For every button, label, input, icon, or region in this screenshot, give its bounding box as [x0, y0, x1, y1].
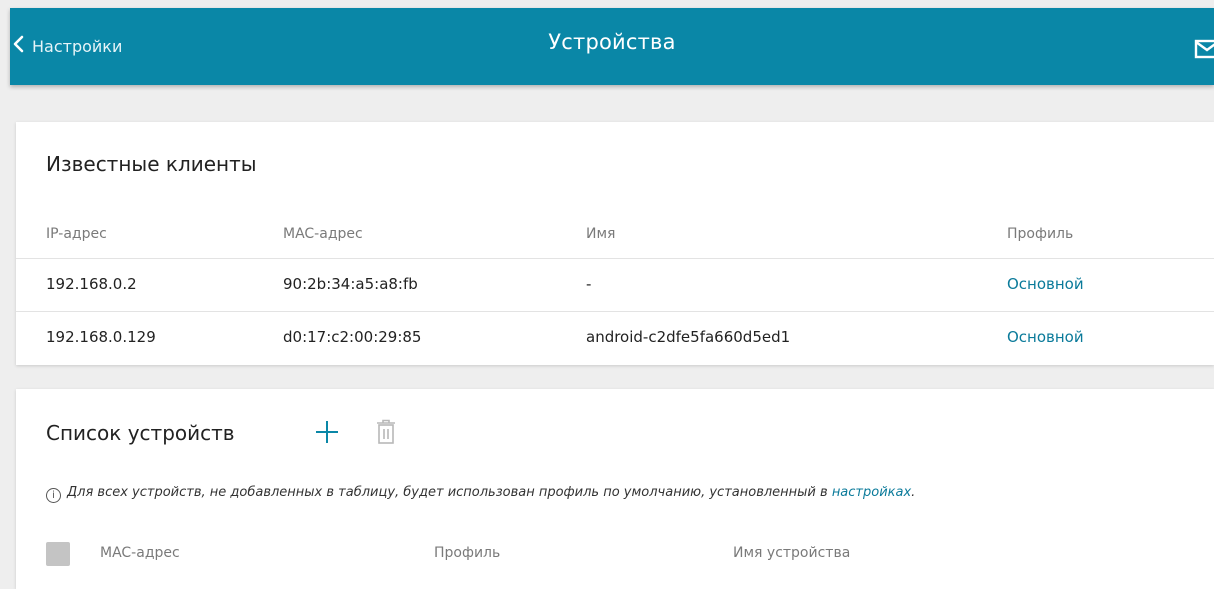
mail-icon[interactable]: [1194, 39, 1214, 59]
page-title: Устройства: [548, 30, 676, 54]
cell-name: android-c2dfe5fa660d5ed1: [586, 328, 791, 346]
select-all-checkbox[interactable]: [46, 542, 70, 566]
plus-icon[interactable]: [314, 419, 340, 449]
col-mac-header: MAC-адрес: [283, 226, 363, 242]
info-end: .: [911, 485, 916, 500]
col-device-name-header: Имя устройства: [733, 545, 851, 561]
divider: [16, 258, 1214, 259]
cell-mac: d0:17:c2:00:29:85: [283, 328, 422, 346]
col-profile-header: Профиль: [1007, 226, 1074, 242]
info-note: i Для всех устройств, не добавленных в та…: [46, 485, 915, 503]
info-text: Для всех устройств, не добавленных в таб…: [67, 485, 832, 500]
col-name-header: Имя: [586, 226, 616, 242]
col-mac-header: MAC-адрес: [100, 545, 180, 561]
device-list-card: Список устройств i Для всех устройств, не…: [16, 389, 1214, 589]
info-icon: i: [46, 488, 61, 503]
cell-name: -: [586, 275, 592, 293]
profile-link[interactable]: Основной: [1007, 328, 1084, 346]
col-ip-header: IP-адрес: [46, 226, 107, 242]
known-clients-card: Известные клиенты IP-адрес MAC-адрес Имя…: [16, 122, 1214, 365]
cell-ip: 192.168.0.129: [46, 328, 156, 346]
divider: [16, 311, 1214, 312]
cell-mac: 90:2b:34:a5:a8:fb: [283, 275, 418, 293]
settings-link[interactable]: настройках: [832, 485, 911, 500]
known-clients-title: Известные клиенты: [46, 152, 257, 176]
trash-icon[interactable]: [376, 419, 396, 449]
device-list-title: Список устройств: [46, 421, 235, 445]
cell-ip: 192.168.0.2: [46, 275, 137, 293]
profile-link[interactable]: Основной: [1007, 275, 1084, 293]
col-profile-header: Профиль: [434, 545, 501, 561]
top-bar: Настройки Устройства: [10, 8, 1214, 85]
